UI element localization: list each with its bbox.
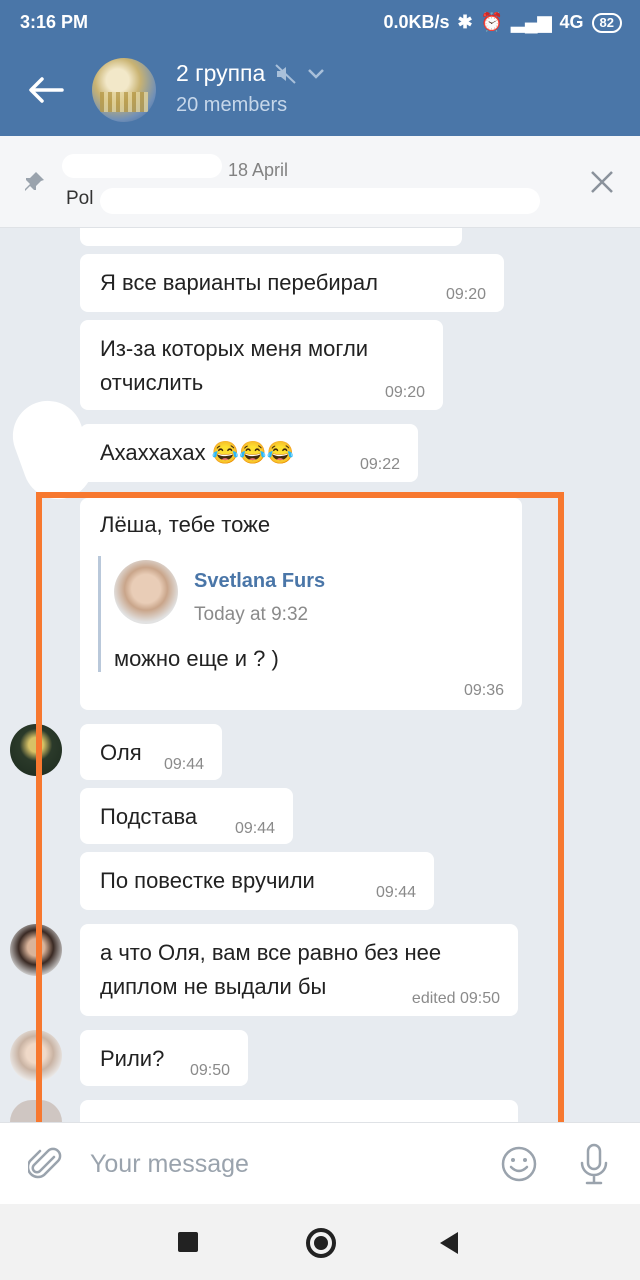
- message-bubble[interactable]: Лёша, тебе тоже Svetlana Furs Today at 9…: [80, 498, 522, 710]
- group-avatar[interactable]: [92, 58, 156, 122]
- message-text: Я все варианты перебирал: [100, 270, 378, 295]
- sender-avatar[interactable]: [10, 1100, 62, 1122]
- battery-icon: 82: [591, 12, 622, 33]
- message-text-line2: диплом не выдали бы: [100, 974, 327, 999]
- message-time: 09:44: [163, 756, 204, 773]
- close-icon[interactable]: [588, 168, 616, 196]
- home-button[interactable]: [306, 1228, 336, 1258]
- pinned-message[interactable]: Pol 18 April: [0, 136, 640, 228]
- message-bubble[interactable]: [80, 228, 462, 246]
- reply-quote-line: [98, 556, 101, 672]
- message-bubble[interactable]: Ахаххахах 😂😂😂 09:22: [80, 424, 418, 482]
- redaction-scribble: [62, 154, 222, 178]
- reply-text: можно еще и ? ): [114, 646, 279, 671]
- message-bubble[interactable]: Я все варианты перебирал 09:20: [80, 254, 504, 312]
- muted-icon: [275, 63, 297, 84]
- alarm-icon: ⏰: [480, 12, 504, 32]
- back-button[interactable]: [440, 1232, 458, 1254]
- message-text: Подстава: [100, 804, 198, 829]
- system-nav-bar: [0, 1204, 640, 1280]
- message-text: По повестке вручили: [100, 868, 315, 893]
- message-bubble[interactable]: Подстава 09:44: [80, 788, 293, 844]
- message-bubble[interactable]: [80, 1100, 518, 1122]
- signal-icon: ▂▄▆: [511, 12, 552, 32]
- sender-avatar[interactable]: [10, 1030, 62, 1082]
- message-text-line1: Из-за которых меня могли: [100, 336, 369, 361]
- message-bubble[interactable]: а что Оля, вам все равно без нее диплом …: [80, 924, 518, 1016]
- message-text: Оля: [100, 740, 142, 765]
- message-time: 09:22: [359, 456, 400, 473]
- microphone-icon[interactable]: [578, 1143, 610, 1185]
- message-text: Рили?: [100, 1046, 165, 1071]
- message-time: 09:50: [189, 1062, 230, 1079]
- message-time: 09:44: [234, 820, 275, 837]
- message-text: Ахаххахах 😂😂😂: [100, 440, 294, 465]
- status-indicators: 0.0KB/s ✱ ⏰ ▂▄▆ 4G 82: [383, 12, 622, 33]
- reply-author-name[interactable]: Svetlana Furs: [194, 564, 325, 598]
- message-text: Лёша, тебе тоже: [100, 512, 271, 537]
- message-bubble[interactable]: По повестке вручили 09:44: [80, 852, 434, 910]
- message-bubble[interactable]: Оля 09:44: [80, 724, 222, 780]
- paperclip-icon[interactable]: [28, 1147, 62, 1183]
- chat-title: 2 группа: [176, 60, 266, 86]
- pinned-date: 18 April: [228, 160, 289, 180]
- chat-header: 2 группа 20 members: [0, 44, 640, 136]
- member-count: 20 members: [176, 94, 288, 116]
- message-composer: [0, 1122, 640, 1204]
- pinned-text: Pol: [66, 188, 94, 209]
- message-bubble[interactable]: Рили? 09:50: [80, 1030, 248, 1086]
- chat-title-row[interactable]: 2 группа: [176, 60, 325, 87]
- status-bar: 3:16 PM 0.0KB/s ✱ ⏰ ▂▄▆ 4G 82: [0, 0, 640, 44]
- network-type: 4G: [559, 12, 584, 32]
- back-arrow-icon[interactable]: [28, 76, 64, 104]
- message-text-line2: отчислить: [100, 370, 204, 395]
- message-time: edited 09:50: [411, 990, 500, 1007]
- reply-time: Today at 9:32: [194, 604, 309, 625]
- message-time: 09:20: [445, 286, 486, 303]
- message-text-line1: а что Оля, вам все равно без нее: [100, 940, 442, 965]
- bluetooth-icon: ✱: [457, 12, 473, 32]
- message-time: 09:44: [375, 884, 416, 901]
- sender-avatar[interactable]: [10, 924, 62, 976]
- recent-apps-button[interactable]: [178, 1232, 198, 1252]
- redaction-scribble: [100, 188, 540, 214]
- network-speed: 0.0KB/s: [383, 12, 450, 32]
- message-time: 09:36: [463, 682, 504, 699]
- message-bubble[interactable]: Из-за которых меня могли отчислить 09:20: [80, 320, 443, 410]
- message-input[interactable]: [90, 1141, 480, 1187]
- status-time: 3:16 PM: [20, 12, 89, 32]
- sender-avatar[interactable]: [10, 724, 62, 776]
- chevron-down-icon: [308, 68, 325, 79]
- pin-icon: [25, 172, 44, 191]
- reply-author-avatar[interactable]: [114, 560, 178, 624]
- emoji-icon[interactable]: [500, 1145, 538, 1183]
- message-time: 09:20: [384, 384, 425, 401]
